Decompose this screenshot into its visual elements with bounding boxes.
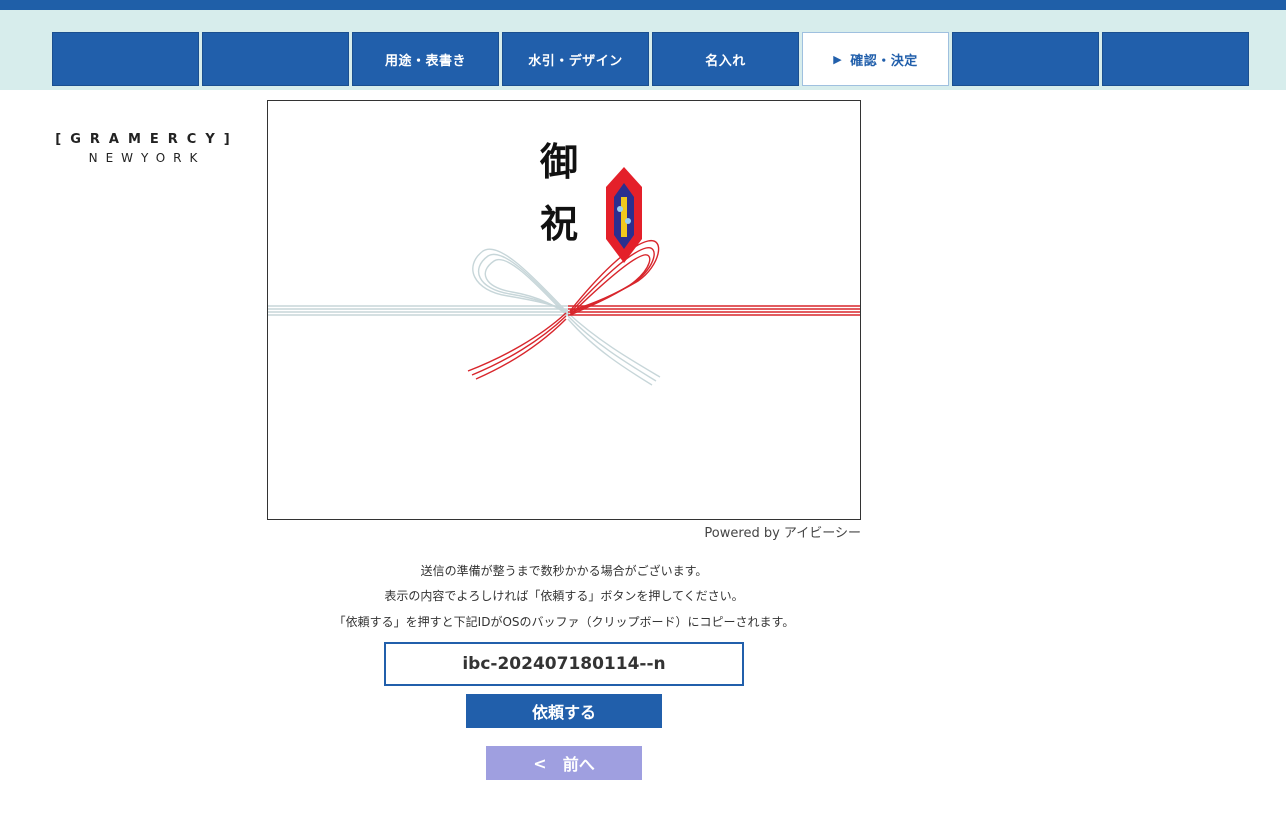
tab-name-entry[interactable]: 名入れ (652, 32, 799, 86)
back-button-label: 前へ (562, 755, 595, 774)
powered-by-text: Powered by アイビーシー (704, 526, 861, 541)
step-tabs: 用途・表書き 水引・デザイン 名入れ ▶ 確認・決定 (52, 32, 1252, 88)
logo-line-1: [GRAMERCY] (55, 132, 239, 147)
request-button[interactable]: 依頼する (466, 694, 662, 728)
tab-step-8[interactable] (1102, 32, 1249, 86)
tab-label: 水引・デザイン (528, 53, 623, 69)
tab-usage-omote[interactable]: 用途・表書き (352, 32, 499, 86)
order-id-value: ibc-202407180114--n (462, 654, 666, 674)
top-accent-bar (0, 0, 1286, 10)
notice-line-1: 送信の準備が整うまで数秒かかる場合がございます。 (420, 564, 708, 578)
tab-label: 確認・決定 (850, 53, 918, 69)
noshi-preview: 御 祝 (267, 100, 861, 520)
mizuhiki-right-cords (467, 240, 860, 380)
omote-char-1: 御 (540, 139, 579, 184)
play-arrow-icon: ▶ (833, 52, 843, 66)
back-button[interactable]: < 前へ (486, 746, 642, 780)
tab-step-2[interactable] (202, 32, 349, 86)
noshi-ornament (606, 167, 642, 263)
omote-char-2: 祝 (540, 201, 579, 246)
logo-line-2: NEWYORK (88, 151, 206, 165)
chevron-left-icon: < (533, 753, 547, 773)
tab-confirm[interactable]: ▶ 確認・決定 (802, 32, 949, 86)
tab-label: 名入れ (705, 53, 746, 69)
brand-logo: [GRAMERCY] NEWYORK (52, 132, 242, 165)
tab-step-7[interactable] (952, 32, 1099, 86)
tab-mizuhiki-design[interactable]: 水引・デザイン (502, 32, 649, 86)
notice-line-2: 表示の内容でよろしければ「依頼する」ボタンを押してください。 (384, 589, 744, 603)
order-id-field[interactable]: ibc-202407180114--n (384, 642, 744, 686)
tab-label: 用途・表書き (384, 53, 466, 69)
tab-step-1[interactable] (52, 32, 199, 86)
notice-line-3: 「依頼する」を押すと下記IDがOSのバッファ（クリップボード）にコピーされます。 (333, 615, 795, 629)
mizuhiki-left-cords (268, 248, 661, 386)
